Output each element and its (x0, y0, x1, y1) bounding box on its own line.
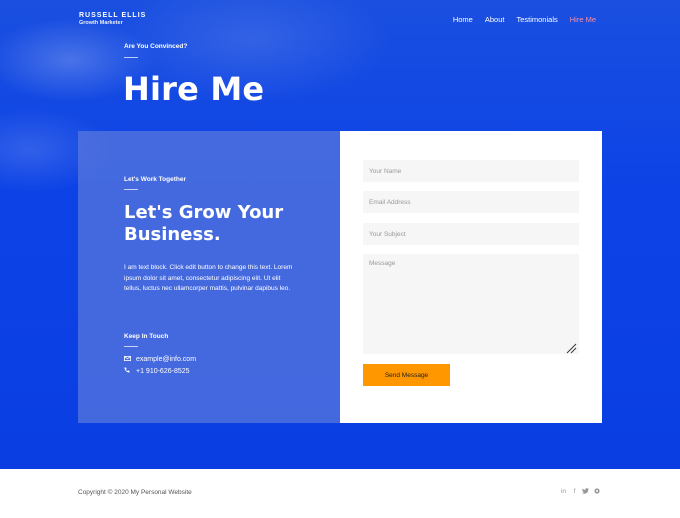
brand-logo[interactable]: RUSSELL ELLIS Growth Marketer (79, 12, 146, 27)
social-links: in f (560, 488, 600, 496)
contact-email-row[interactable]: example@info.com (124, 356, 196, 363)
resize-handle-icon[interactable] (565, 341, 577, 354)
contact-info-panel: Let's Work Together Let's Grow Your Busi… (78, 131, 340, 423)
hero-kicker-divider (124, 57, 138, 58)
twitter-icon[interactable] (582, 488, 589, 496)
facebook-icon[interactable]: f (571, 488, 578, 496)
brand-name: RUSSELL ELLIS (79, 12, 147, 19)
contact-email: example@info.com (136, 356, 197, 363)
contact-form: Send Message (340, 131, 602, 423)
keep-in-touch-divider (124, 346, 138, 347)
name-field[interactable] (363, 160, 579, 182)
contact-phone: +1 910-626-8525 (136, 367, 190, 375)
contact-phone-row[interactable]: +1 910-626-8525 (124, 367, 190, 375)
phone-icon (124, 367, 136, 375)
nav-item-about[interactable]: About (485, 15, 505, 24)
hero-kicker: Are You Convinced? (124, 43, 188, 50)
panel-kicker-divider (124, 189, 138, 190)
linkedin-icon[interactable]: in (560, 488, 567, 496)
copyright-text: Copyright © 2020 My Personal Website (78, 489, 192, 496)
panel-title: Let's Grow Your Business. (124, 202, 284, 245)
brand-subtitle: Growth Marketer (79, 20, 123, 26)
envelope-icon (124, 356, 136, 363)
subject-field[interactable] (363, 223, 579, 245)
hero-section: RUSSELL ELLIS Growth Marketer Home About… (0, 0, 680, 469)
message-field[interactable] (363, 254, 579, 354)
email-field[interactable] (363, 191, 579, 213)
nav-item-home[interactable]: Home (453, 15, 473, 24)
website-icon[interactable] (593, 488, 600, 496)
nav-item-hire-me[interactable]: Hire Me (570, 15, 596, 24)
keep-in-touch-heading: Keep In Touch (124, 333, 169, 340)
main-nav: Home About Testimonials Hire Me (441, 15, 596, 24)
panel-body-text: I am text block. Click edit button to ch… (124, 264, 293, 292)
nav-item-testimonials[interactable]: Testimonials (516, 15, 557, 24)
send-message-button[interactable]: Send Message (363, 364, 450, 386)
footer: Copyright © 2020 My Personal Website in … (0, 469, 680, 518)
panel-kicker: Let's Work Together (124, 176, 186, 183)
page-title: Hire Me (123, 70, 265, 108)
